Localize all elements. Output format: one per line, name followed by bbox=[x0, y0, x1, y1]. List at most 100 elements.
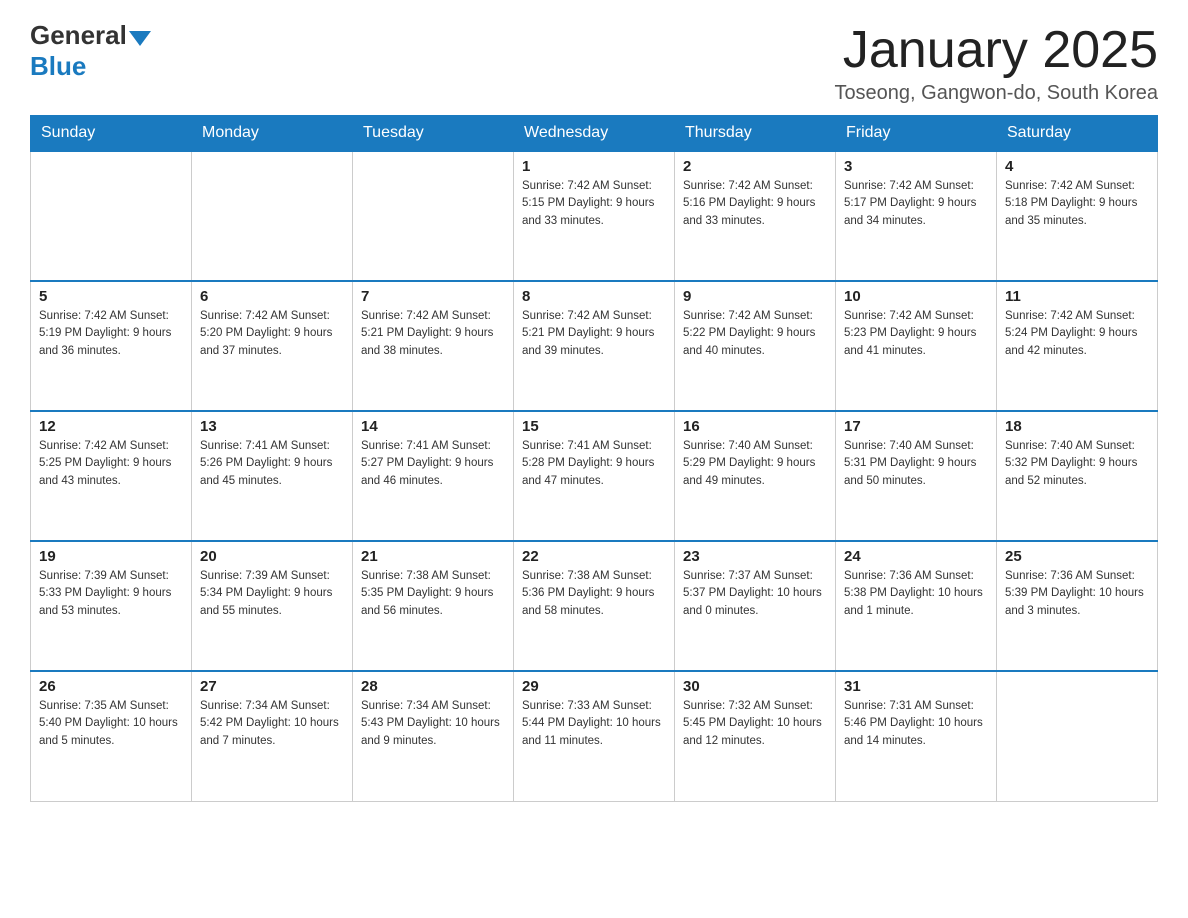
day-number: 28 bbox=[361, 678, 505, 695]
calendar-day-cell: 14Sunrise: 7:41 AM Sunset: 5:27 PM Dayli… bbox=[353, 411, 514, 541]
day-number: 17 bbox=[844, 418, 988, 435]
calendar-day-cell: 19 Sunrise: 7:39 AM Sunset: 5:33 PM Dayli… bbox=[31, 541, 192, 671]
day-info: Sunrise: 7:42 AM Sunset: 5:15 PM Dayligh… bbox=[522, 178, 666, 230]
day-number: 10 bbox=[844, 288, 988, 305]
day-info: Sunrise: 7:42 AM Sunset: 5:23 PM Dayligh… bbox=[844, 308, 988, 360]
day-number: 4 bbox=[1005, 158, 1149, 175]
day-number: 14 bbox=[361, 418, 505, 435]
calendar-week-row: 26Sunrise: 7:35 AM Sunset: 5:40 PM Dayli… bbox=[31, 671, 1158, 801]
day-number: 11 bbox=[1005, 288, 1149, 305]
day-number: 16 bbox=[683, 418, 827, 435]
day-info: Sunrise: 7:38 AM Sunset: 5:35 PM Dayligh… bbox=[361, 568, 505, 620]
day-info: Sunrise: 7:39 AM Sunset: 5:33 PM Dayligh… bbox=[39, 568, 183, 620]
calendar-table: SundayMondayTuesdayWednesdayThursdayFrid… bbox=[30, 115, 1158, 802]
calendar-day-cell: 29Sunrise: 7:33 AM Sunset: 5:44 PM Dayli… bbox=[514, 671, 675, 801]
day-info: Sunrise: 7:33 AM Sunset: 5:44 PM Dayligh… bbox=[522, 698, 666, 750]
calendar-day-cell: 11 Sunrise: 7:42 AM Sunset: 5:24 PM Dayli… bbox=[997, 281, 1158, 411]
calendar-day-cell: 22 Sunrise: 7:38 AM Sunset: 5:36 PM Dayli… bbox=[514, 541, 675, 671]
day-info: Sunrise: 7:36 AM Sunset: 5:39 PM Dayligh… bbox=[1005, 568, 1149, 620]
day-info: Sunrise: 7:42 AM Sunset: 5:17 PM Dayligh… bbox=[844, 178, 988, 230]
calendar-body: 1Sunrise: 7:42 AM Sunset: 5:15 PM Daylig… bbox=[31, 151, 1158, 801]
calendar-day-cell: 9 Sunrise: 7:42 AM Sunset: 5:22 PM Daylig… bbox=[675, 281, 836, 411]
calendar-day-cell: 7 Sunrise: 7:42 AM Sunset: 5:21 PM Daylig… bbox=[353, 281, 514, 411]
logo-blue-text: Blue bbox=[30, 51, 86, 81]
day-number: 21 bbox=[361, 548, 505, 565]
day-info: Sunrise: 7:42 AM Sunset: 5:18 PM Dayligh… bbox=[1005, 178, 1149, 230]
page-header: General Blue January 2025 Toseong, Gangw… bbox=[30, 20, 1158, 105]
calendar-day-cell bbox=[997, 671, 1158, 801]
day-number: 30 bbox=[683, 678, 827, 695]
calendar-day-cell: 16 Sunrise: 7:40 AM Sunset: 5:29 PM Dayli… bbox=[675, 411, 836, 541]
calendar-day-cell: 5 Sunrise: 7:42 AM Sunset: 5:19 PM Daylig… bbox=[31, 281, 192, 411]
calendar-day-cell: 10 Sunrise: 7:42 AM Sunset: 5:23 PM Dayli… bbox=[836, 281, 997, 411]
calendar-week-row: 1Sunrise: 7:42 AM Sunset: 5:15 PM Daylig… bbox=[31, 151, 1158, 281]
day-info: Sunrise: 7:37 AM Sunset: 5:37 PM Dayligh… bbox=[683, 568, 827, 620]
day-info: Sunrise: 7:42 AM Sunset: 5:21 PM Dayligh… bbox=[361, 308, 505, 360]
days-of-week-row: SundayMondayTuesdayWednesdayThursdayFrid… bbox=[31, 116, 1158, 152]
day-number: 9 bbox=[683, 288, 827, 305]
calendar-day-cell: 17 Sunrise: 7:40 AM Sunset: 5:31 PM Dayli… bbox=[836, 411, 997, 541]
calendar-day-cell: 20Sunrise: 7:39 AM Sunset: 5:34 PM Dayli… bbox=[192, 541, 353, 671]
logo-general-text: General bbox=[30, 20, 127, 51]
calendar-day-cell: 6Sunrise: 7:42 AM Sunset: 5:20 PM Daylig… bbox=[192, 281, 353, 411]
day-info: Sunrise: 7:40 AM Sunset: 5:29 PM Dayligh… bbox=[683, 438, 827, 490]
day-number: 23 bbox=[683, 548, 827, 565]
day-info: Sunrise: 7:34 AM Sunset: 5:42 PM Dayligh… bbox=[200, 698, 344, 750]
logo-triangle-icon bbox=[129, 31, 151, 46]
calendar-day-cell: 27 Sunrise: 7:34 AM Sunset: 5:42 PM Dayli… bbox=[192, 671, 353, 801]
day-number: 19 bbox=[39, 548, 183, 565]
day-number: 31 bbox=[844, 678, 988, 695]
day-info: Sunrise: 7:34 AM Sunset: 5:43 PM Dayligh… bbox=[361, 698, 505, 750]
day-number: 6 bbox=[200, 288, 344, 305]
calendar-day-cell bbox=[353, 151, 514, 281]
calendar-week-row: 12Sunrise: 7:42 AM Sunset: 5:25 PM Dayli… bbox=[31, 411, 1158, 541]
calendar-header: SundayMondayTuesdayWednesdayThursdayFrid… bbox=[31, 116, 1158, 152]
calendar-day-cell: 13 Sunrise: 7:41 AM Sunset: 5:26 PM Dayli… bbox=[192, 411, 353, 541]
day-info: Sunrise: 7:42 AM Sunset: 5:21 PM Dayligh… bbox=[522, 308, 666, 360]
day-number: 15 bbox=[522, 418, 666, 435]
day-info: Sunrise: 7:31 AM Sunset: 5:46 PM Dayligh… bbox=[844, 698, 988, 750]
day-info: Sunrise: 7:38 AM Sunset: 5:36 PM Dayligh… bbox=[522, 568, 666, 620]
calendar-day-cell: 24Sunrise: 7:36 AM Sunset: 5:38 PM Dayli… bbox=[836, 541, 997, 671]
calendar-day-cell: 25Sunrise: 7:36 AM Sunset: 5:39 PM Dayli… bbox=[997, 541, 1158, 671]
day-number: 13 bbox=[200, 418, 344, 435]
calendar-day-cell bbox=[31, 151, 192, 281]
day-number: 22 bbox=[522, 548, 666, 565]
day-number: 3 bbox=[844, 158, 988, 175]
calendar-day-cell: 12Sunrise: 7:42 AM Sunset: 5:25 PM Dayli… bbox=[31, 411, 192, 541]
day-info: Sunrise: 7:32 AM Sunset: 5:45 PM Dayligh… bbox=[683, 698, 827, 750]
calendar-day-cell: 4 Sunrise: 7:42 AM Sunset: 5:18 PM Daylig… bbox=[997, 151, 1158, 281]
day-info: Sunrise: 7:40 AM Sunset: 5:31 PM Dayligh… bbox=[844, 438, 988, 490]
day-number: 26 bbox=[39, 678, 183, 695]
month-title: January 2025 bbox=[834, 20, 1158, 80]
day-of-week-header: Tuesday bbox=[353, 116, 514, 152]
calendar-week-row: 5 Sunrise: 7:42 AM Sunset: 5:19 PM Daylig… bbox=[31, 281, 1158, 411]
day-of-week-header: Thursday bbox=[675, 116, 836, 152]
day-info: Sunrise: 7:41 AM Sunset: 5:26 PM Dayligh… bbox=[200, 438, 344, 490]
day-info: Sunrise: 7:42 AM Sunset: 5:16 PM Dayligh… bbox=[683, 178, 827, 230]
day-info: Sunrise: 7:40 AM Sunset: 5:32 PM Dayligh… bbox=[1005, 438, 1149, 490]
day-number: 18 bbox=[1005, 418, 1149, 435]
calendar-day-cell: 28 Sunrise: 7:34 AM Sunset: 5:43 PM Dayli… bbox=[353, 671, 514, 801]
location-subtitle: Toseong, Gangwon-do, South Korea bbox=[834, 82, 1158, 105]
calendar-day-cell: 26Sunrise: 7:35 AM Sunset: 5:40 PM Dayli… bbox=[31, 671, 192, 801]
day-info: Sunrise: 7:41 AM Sunset: 5:28 PM Dayligh… bbox=[522, 438, 666, 490]
calendar-day-cell: 1Sunrise: 7:42 AM Sunset: 5:15 PM Daylig… bbox=[514, 151, 675, 281]
day-info: Sunrise: 7:42 AM Sunset: 5:24 PM Dayligh… bbox=[1005, 308, 1149, 360]
day-number: 7 bbox=[361, 288, 505, 305]
calendar-day-cell: 21 Sunrise: 7:38 AM Sunset: 5:35 PM Dayli… bbox=[353, 541, 514, 671]
day-of-week-header: Saturday bbox=[997, 116, 1158, 152]
day-of-week-header: Friday bbox=[836, 116, 997, 152]
day-number: 24 bbox=[844, 548, 988, 565]
day-info: Sunrise: 7:42 AM Sunset: 5:19 PM Dayligh… bbox=[39, 308, 183, 360]
day-of-week-header: Sunday bbox=[31, 116, 192, 152]
calendar-day-cell: 18 Sunrise: 7:40 AM Sunset: 5:32 PM Dayli… bbox=[997, 411, 1158, 541]
calendar-day-cell: 2Sunrise: 7:42 AM Sunset: 5:16 PM Daylig… bbox=[675, 151, 836, 281]
calendar-day-cell bbox=[192, 151, 353, 281]
calendar-day-cell: 30 Sunrise: 7:32 AM Sunset: 5:45 PM Dayli… bbox=[675, 671, 836, 801]
day-number: 27 bbox=[200, 678, 344, 695]
day-info: Sunrise: 7:42 AM Sunset: 5:22 PM Dayligh… bbox=[683, 308, 827, 360]
day-number: 5 bbox=[39, 288, 183, 305]
calendar-day-cell: 15 Sunrise: 7:41 AM Sunset: 5:28 PM Dayli… bbox=[514, 411, 675, 541]
day-number: 12 bbox=[39, 418, 183, 435]
